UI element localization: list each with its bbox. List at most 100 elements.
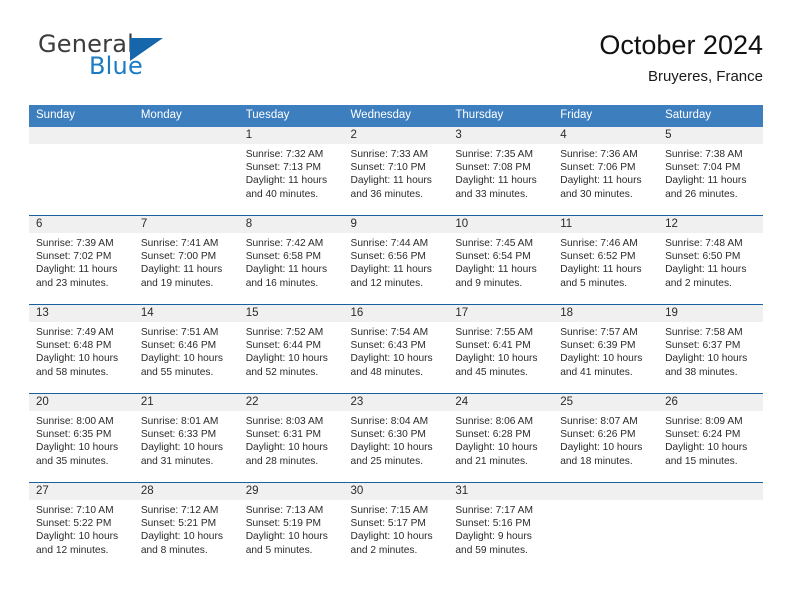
- day-details: Sunrise: 7:10 AM Sunset: 5:22 PM Daylight:…: [29, 500, 134, 557]
- detail-line-sunrise: Sunrise: 8:03 AM: [245, 416, 324, 427]
- day-cell[interactable]: 28 Sunrise: 7:12 AM Sunset: 5:21 PM Dayligh…: [133, 482, 239, 571]
- day-cell-inner: 6 Sunrise: 7:39 AM Sunset: 7:02 PM Daylight…: [29, 216, 134, 304]
- detail-line-daylight1: Daylight: 11 hours: [350, 175, 432, 187]
- day-cell[interactable]: 30 Sunrise: 7:15 AM Sunset: 5:17 PM Dayligh…: [343, 482, 449, 571]
- day-details: Sunrise: 7:39 AM Sunset: 7:02 PM Daylight:…: [29, 233, 134, 290]
- day-cell-empty: [658, 482, 763, 571]
- title-block: October 2024 Bruyeres, France: [599, 28, 763, 89]
- general-blue-logo[interactable]: General Blue: [29, 28, 269, 90]
- day-cell[interactable]: 5 Sunrise: 7:38 AM Sunset: 7:04 PM Daylight…: [658, 127, 763, 216]
- day-number: 19: [658, 305, 763, 322]
- day-cell[interactable]: 17 Sunrise: 7:55 AM Sunset: 6:41 PM Dayligh…: [448, 304, 554, 394]
- detail-line-daylight2: and 15 minutes.: [665, 455, 738, 467]
- day-details: Sunrise: 7:44 AM Sunset: 6:56 PM Daylight:…: [344, 233, 449, 290]
- detail-line-daylight1: Daylight: 10 hours: [665, 442, 748, 454]
- day-cell[interactable]: 7 Sunrise: 7:41 AM Sunset: 7:00 PM Daylight…: [133, 215, 239, 305]
- weekday-header-monday: Monday: [133, 105, 239, 127]
- calendar-body: 1 Sunrise: 7:32 AM Sunset: 7:13 PM Daylight…: [29, 127, 763, 571]
- day-details: Sunrise: 7:15 AM Sunset: 5:17 PM Daylight:…: [344, 500, 449, 557]
- day-details: Sunrise: 8:07 AM Sunset: 6:26 PM Daylight:…: [553, 411, 658, 468]
- day-details: Sunrise: 7:36 AM Sunset: 7:06 PM Daylight:…: [553, 144, 658, 201]
- detail-line-daylight1: Daylight: 11 hours: [560, 175, 642, 187]
- day-cell[interactable]: 29 Sunrise: 7:13 AM Sunset: 5:19 PM Dayligh…: [238, 482, 344, 571]
- day-cell-inner: 18 Sunrise: 7:57 AM Sunset: 6:39 PM Dayligh…: [553, 305, 659, 393]
- detail-line-daylight2: and 5 minutes.: [245, 544, 313, 556]
- detail-line-daylight1: Daylight: 11 hours: [455, 264, 537, 276]
- day-cell[interactable]: 3 Sunrise: 7:35 AM Sunset: 7:08 PM Daylight…: [448, 127, 554, 216]
- day-cell[interactable]: 6 Sunrise: 7:39 AM Sunset: 7:02 PM Daylight…: [29, 215, 134, 305]
- day-cell[interactable]: 18 Sunrise: 7:57 AM Sunset: 6:39 PM Dayligh…: [553, 304, 659, 394]
- detail-line-sunset: Sunset: 7:10 PM: [350, 162, 426, 174]
- day-number: 26: [658, 394, 763, 411]
- detail-line-sunset: Sunset: 6:54 PM: [455, 251, 531, 263]
- detail-line-sunrise: Sunrise: 7:13 AM: [245, 505, 324, 516]
- day-cell[interactable]: 12 Sunrise: 7:48 AM Sunset: 6:50 PM Dayligh…: [658, 215, 763, 305]
- day-number: 3: [448, 127, 554, 144]
- day-cell[interactable]: 13 Sunrise: 7:49 AM Sunset: 6:48 PM Dayligh…: [29, 304, 134, 394]
- calendar-week-row: 1 Sunrise: 7:32 AM Sunset: 7:13 PM Daylight…: [29, 127, 763, 216]
- detail-line-sunset: Sunset: 6:39 PM: [560, 340, 636, 352]
- day-cell[interactable]: 4 Sunrise: 7:36 AM Sunset: 7:06 PM Daylight…: [553, 127, 659, 216]
- day-cell-inner: 23 Sunrise: 8:04 AM Sunset: 6:30 PM Dayligh…: [343, 394, 449, 482]
- day-cell[interactable]: 2 Sunrise: 7:33 AM Sunset: 7:10 PM Daylight…: [343, 127, 449, 216]
- day-cell[interactable]: 1 Sunrise: 7:32 AM Sunset: 7:13 PM Daylight…: [238, 127, 344, 216]
- day-details: Sunrise: 7:12 AM Sunset: 5:21 PM Daylight:…: [134, 500, 239, 557]
- day-cell[interactable]: 19 Sunrise: 7:58 AM Sunset: 6:37 PM Dayligh…: [658, 304, 763, 394]
- day-cell-inner: 12 Sunrise: 7:48 AM Sunset: 6:50 PM Dayligh…: [658, 216, 763, 304]
- detail-line-sunrise: Sunrise: 7:58 AM: [665, 327, 743, 338]
- day-cell-empty: [133, 127, 239, 216]
- day-cell[interactable]: 11 Sunrise: 7:46 AM Sunset: 6:52 PM Dayligh…: [553, 215, 659, 305]
- day-cell[interactable]: 21 Sunrise: 8:01 AM Sunset: 6:33 PM Dayligh…: [133, 393, 239, 483]
- day-cell[interactable]: 26 Sunrise: 8:09 AM Sunset: 6:24 PM Dayligh…: [658, 393, 763, 483]
- day-cell[interactable]: 27 Sunrise: 7:10 AM Sunset: 5:22 PM Dayligh…: [29, 482, 134, 571]
- page-title: October 2024: [599, 30, 763, 60]
- day-cell[interactable]: 23 Sunrise: 8:04 AM Sunset: 6:30 PM Dayligh…: [343, 393, 449, 483]
- day-cell[interactable]: 25 Sunrise: 8:07 AM Sunset: 6:26 PM Dayligh…: [553, 393, 659, 483]
- weekday-header-saturday: Saturday: [658, 105, 763, 127]
- detail-line-daylight2: and 33 minutes.: [455, 188, 528, 200]
- detail-line-daylight2: and 19 minutes.: [140, 277, 214, 289]
- detail-line-sunrise: Sunrise: 7:45 AM: [455, 238, 533, 249]
- day-cell-inner: 16 Sunrise: 7:54 AM Sunset: 6:43 PM Dayligh…: [343, 305, 449, 393]
- detail-line-sunset: Sunset: 6:26 PM: [560, 429, 636, 441]
- day-number: 23: [343, 394, 449, 411]
- detail-line-sunrise: Sunrise: 8:00 AM: [36, 416, 114, 427]
- detail-line-sunset: Sunset: 6:50 PM: [665, 251, 741, 263]
- calendar-page: General Blue October 2024 Bruyeres, Fran…: [0, 0, 792, 612]
- detail-line-sunset: Sunset: 6:33 PM: [140, 429, 217, 441]
- day-cell[interactable]: 16 Sunrise: 7:54 AM Sunset: 6:43 PM Dayligh…: [343, 304, 449, 394]
- detail-line-daylight2: and 45 minutes.: [455, 366, 528, 378]
- day-cell[interactable]: 20 Sunrise: 8:00 AM Sunset: 6:35 PM Dayligh…: [29, 393, 134, 483]
- detail-line-sunrise: Sunrise: 7:35 AM: [455, 149, 533, 160]
- detail-line-sunrise: Sunrise: 8:07 AM: [560, 416, 638, 427]
- detail-line-sunrise: Sunrise: 7:55 AM: [455, 327, 533, 338]
- detail-line-sunrise: Sunrise: 8:01 AM: [140, 416, 219, 427]
- detail-line-daylight1: Daylight: 10 hours: [455, 442, 538, 454]
- day-number: 2: [343, 127, 449, 144]
- detail-line-daylight2: and 41 minutes.: [560, 366, 633, 378]
- day-cell-inner: 2 Sunrise: 7:33 AM Sunset: 7:10 PM Daylight…: [343, 127, 449, 215]
- day-cell[interactable]: 31 Sunrise: 7:17 AM Sunset: 5:16 PM Dayligh…: [448, 482, 554, 571]
- detail-line-daylight2: and 2 minutes.: [665, 277, 732, 289]
- day-number: 18: [553, 305, 659, 322]
- day-details: Sunrise: 7:51 AM Sunset: 6:46 PM Daylight:…: [134, 322, 239, 379]
- detail-line-sunrise: Sunrise: 7:10 AM: [36, 505, 114, 516]
- detail-line-daylight1: Daylight: 11 hours: [140, 264, 223, 276]
- day-cell[interactable]: 24 Sunrise: 8:06 AM Sunset: 6:28 PM Dayligh…: [448, 393, 554, 483]
- day-cell[interactable]: 14 Sunrise: 7:51 AM Sunset: 6:46 PM Dayligh…: [133, 304, 239, 394]
- detail-line-sunrise: Sunrise: 7:49 AM: [36, 327, 114, 338]
- day-cell[interactable]: 22 Sunrise: 8:03 AM Sunset: 6:31 PM Dayligh…: [238, 393, 344, 483]
- detail-line-sunset: Sunset: 7:13 PM: [245, 162, 322, 174]
- day-cell[interactable]: 10 Sunrise: 7:45 AM Sunset: 6:54 PM Dayligh…: [448, 215, 554, 305]
- day-cell-inner: 31 Sunrise: 7:17 AM Sunset: 5:16 PM Dayligh…: [448, 483, 554, 571]
- detail-line-daylight2: and 8 minutes.: [140, 544, 208, 556]
- day-number: 17: [448, 305, 554, 322]
- detail-line-daylight2: and 36 minutes.: [350, 188, 424, 200]
- day-details: Sunrise: 7:32 AM Sunset: 7:13 PM Daylight:…: [239, 144, 344, 201]
- day-cell[interactable]: 8 Sunrise: 7:42 AM Sunset: 6:58 PM Daylight…: [238, 215, 344, 305]
- detail-line-daylight2: and 40 minutes.: [245, 188, 319, 200]
- day-cell[interactable]: 9 Sunrise: 7:44 AM Sunset: 6:56 PM Daylight…: [343, 215, 449, 305]
- detail-line-sunset: Sunset: 7:08 PM: [455, 162, 531, 174]
- day-cell[interactable]: 15 Sunrise: 7:52 AM Sunset: 6:44 PM Dayligh…: [238, 304, 344, 394]
- logo-text-blue: Blue: [89, 52, 143, 80]
